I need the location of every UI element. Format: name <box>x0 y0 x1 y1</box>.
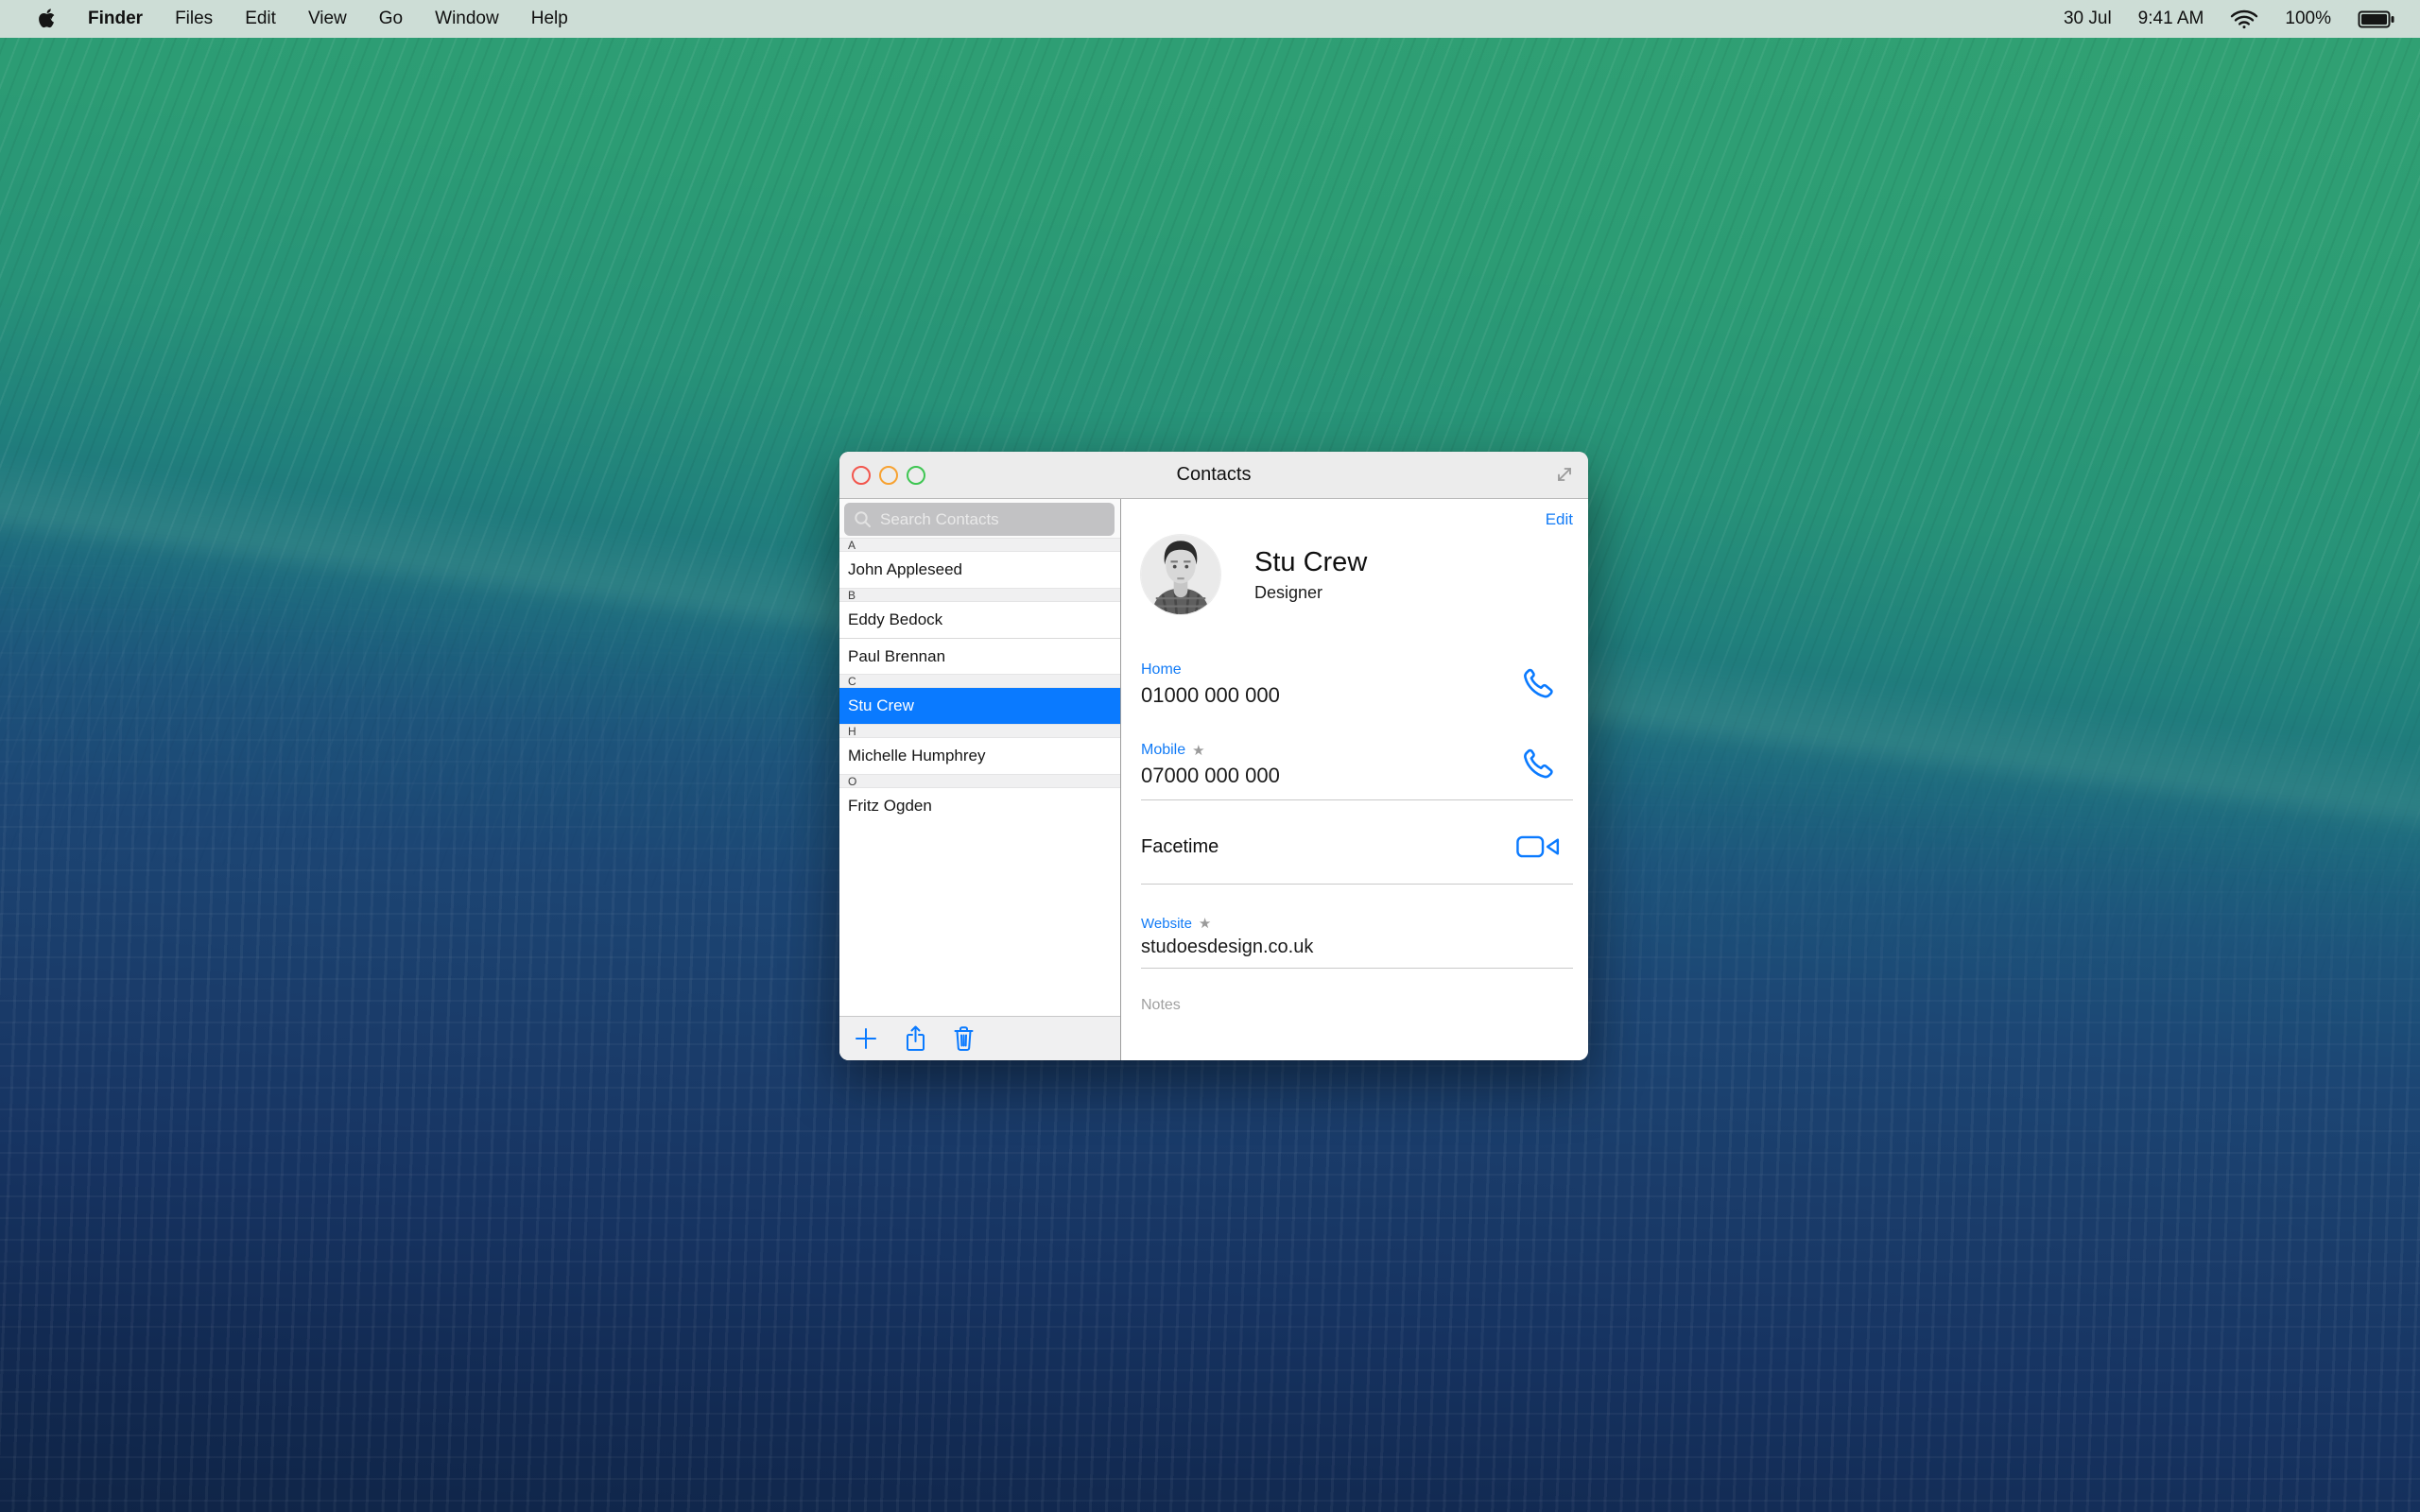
contact-row-eddy-bedock[interactable]: Eddy Bedock <box>839 602 1120 638</box>
edit-button[interactable]: Edit <box>1546 510 1573 528</box>
website-url: studoesdesign.co.uk <box>1141 936 1314 957</box>
menu-bar: Finder Files Edit View Go Window Help 30… <box>0 0 2420 38</box>
facetime-call-button[interactable] <box>1516 834 1560 859</box>
contact-detail-pane: Edit Stu Crew Designer Home 01000 000 00… <box>1121 499 1588 1060</box>
menu-item-files[interactable]: Files <box>175 9 213 29</box>
battery-icon[interactable] <box>2358 10 2395 28</box>
apple-icon <box>38 9 56 29</box>
section-header: O <box>839 774 1120 788</box>
facetime-label: Facetime <box>1141 835 1219 857</box>
share-contact-button[interactable] <box>904 1024 927 1053</box>
field-label: Website <box>1141 915 1192 932</box>
video-camera-icon <box>1516 834 1560 859</box>
favorite-star-icon: ★ <box>1192 743 1205 759</box>
separator <box>1141 968 1573 969</box>
contact-row-stu-crew[interactable]: Stu Crew <box>839 688 1120 724</box>
sidebar-toolbar <box>839 1016 1120 1060</box>
call-home-button[interactable] <box>1520 665 1560 705</box>
menu-clock[interactable]: 9:41 AM <box>2138 9 2204 29</box>
apple-menu[interactable] <box>38 9 56 29</box>
menu-item-edit[interactable]: Edit <box>245 9 276 29</box>
menu-item-view[interactable]: View <box>308 9 347 29</box>
contact-row-fritz-ogden[interactable]: Fritz Ogden <box>839 788 1120 824</box>
search-area <box>839 499 1120 538</box>
window-title: Contacts <box>1176 464 1252 485</box>
contacts-sidebar: A John Appleseed B Eddy Bedock Paul Bren… <box>839 499 1121 1060</box>
notes-field[interactable]: Notes <box>1141 997 1573 1060</box>
call-mobile-button[interactable] <box>1520 746 1560 785</box>
menu-item-help[interactable]: Help <box>531 9 568 29</box>
contact-avatar <box>1141 535 1220 614</box>
trash-icon <box>952 1024 976 1053</box>
menu-item-window[interactable]: Window <box>435 9 499 29</box>
website-field: Website ★ studoesdesign.co.uk <box>1141 885 1573 968</box>
share-icon <box>904 1024 927 1053</box>
field-label: Mobile <box>1141 742 1186 758</box>
contact-list: A John Appleseed B Eddy Bedock Paul Bren… <box>839 538 1120 1016</box>
plus-icon <box>853 1025 879 1052</box>
phone-icon <box>1520 665 1560 705</box>
phone-icon <box>1520 746 1560 785</box>
section-header: B <box>839 588 1120 602</box>
wifi-icon[interactable] <box>2230 9 2258 29</box>
contact-name: Stu Crew <box>1254 546 1368 577</box>
facetime-row: Facetime <box>1141 800 1573 884</box>
phone-field-mobile: Mobile ★ 07000 000 000 <box>1141 742 1573 799</box>
add-contact-button[interactable] <box>853 1025 879 1052</box>
contact-row-paul-brennan[interactable]: Paul Brennan <box>839 638 1120 674</box>
favorite-star-icon: ★ <box>1198 916 1212 932</box>
field-label: Home <box>1141 662 1182 678</box>
phone-number: 01000 000 000 <box>1141 683 1280 707</box>
phone-field-home: Home 01000 000 000 <box>1141 662 1573 708</box>
phone-number: 07000 000 000 <box>1141 764 1280 787</box>
battery-percent: 100% <box>2285 9 2331 28</box>
contacts-window: Contacts Search Contacts A John Applesee… <box>839 452 1588 1060</box>
expand-fullscreen-button[interactable] <box>1552 462 1577 487</box>
section-header: H <box>839 724 1120 738</box>
contact-role: Designer <box>1254 582 1323 602</box>
menu-item-finder[interactable]: Finder <box>88 9 143 29</box>
section-header: A <box>839 538 1120 552</box>
contact-row-john-appleseed[interactable]: John Appleseed <box>839 552 1120 588</box>
contact-row-michelle-humphrey[interactable]: Michelle Humphrey <box>839 738 1120 774</box>
expand-diagonal-arrows-icon <box>1552 462 1577 487</box>
menu-date[interactable]: 30 Jul <box>2064 9 2112 29</box>
delete-contact-button[interactable] <box>952 1024 976 1053</box>
menu-item-go[interactable]: Go <box>379 9 403 29</box>
search-input[interactable] <box>844 503 1115 536</box>
section-header: C <box>839 674 1120 688</box>
title-bar[interactable]: Contacts <box>839 452 1588 499</box>
